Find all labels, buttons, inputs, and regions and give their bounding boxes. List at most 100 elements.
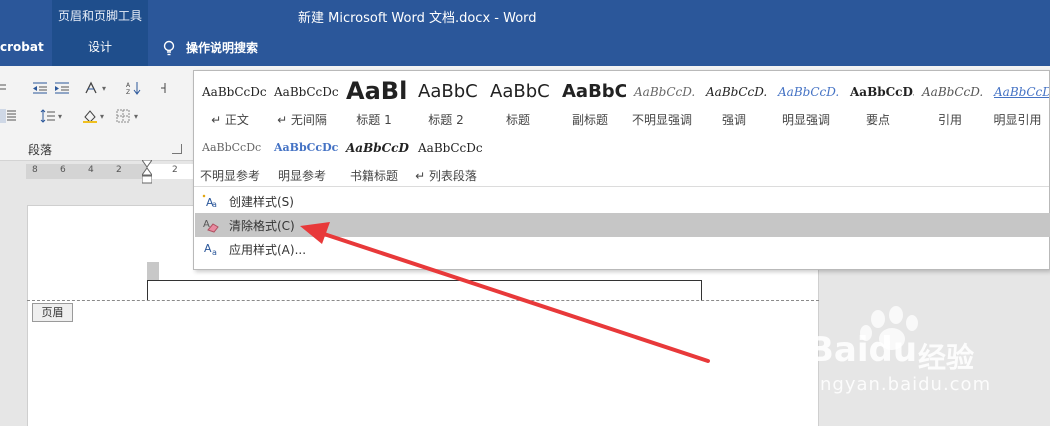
style-preview: AaBbCcD. [850,85,914,99]
watermark-url: jingyan.baidu.com [808,374,992,395]
watermark-bai: Bai [808,330,869,370]
text-direction-button[interactable]: ▾ [84,78,106,98]
style-name: 明显引用 [993,113,1042,127]
create-style-menu-item[interactable]: A a 创建样式(S) [195,189,1050,213]
style-title[interactable]: AaBbC 标题 [482,73,554,131]
style-subtle-reference[interactable]: AaBbCcDc 不明显参考 [194,129,266,187]
style-preview: AaBbC [562,81,626,102]
style-name: ↵ 正文 [211,113,249,127]
svg-text:Z: Z [126,89,130,95]
style-intense-reference[interactable]: AaBbCcDc 明显参考 [266,129,338,187]
create-style-label: 创建样式(S) [229,194,294,209]
style-intense-quote[interactable]: AaBbCcDc 明显引用 [986,73,1049,131]
decrease-indent-button[interactable] [32,78,48,98]
align-button[interactable] [0,106,16,126]
list-button[interactable] [0,78,16,98]
apply-styles-menu-item[interactable]: A a 应用样式(A)... [195,237,1050,261]
shading-icon [83,110,97,123]
style-name: 书籍标题 [349,169,398,183]
style-name: 不明显强调 [631,113,692,127]
gallery-separator [194,186,1049,187]
create-style-icon: A a [202,194,217,209]
style-heading-1[interactable]: AaBl 标题 1 [338,73,410,131]
styles-gallery-dropdown: AaBbCcDc ↵ 正文 AaBbCcDc ↵ 无间隔 AaBl 标题 1 A… [193,70,1050,270]
show-marks-button[interactable] [160,78,176,98]
ruler-number: 8 [32,165,38,175]
style-heading-2[interactable]: AaBbC 标题 2 [410,73,482,131]
style-strong[interactable]: AaBbCcD. 要点 [842,73,914,131]
tell-me-label: 操作说明搜索 [186,41,259,55]
style-name: ↵ 无间隔 [277,113,327,127]
svg-text:a: a [212,200,217,209]
style-preview: AaBbCcD. [778,85,840,99]
border-icon [116,109,130,123]
style-name: 副标题 [571,113,608,127]
lightbulb-icon [163,40,175,55]
style-emphasis[interactable]: AaBbCcD. 强调 [698,73,770,131]
header-boundary-line [27,300,819,301]
style-list-paragraph[interactable]: AaBbCcDc ↵ 列表段落 [410,129,482,187]
svg-text:A: A [204,242,212,255]
header-margin-marker [147,262,159,280]
style-book-title[interactable]: AaBbCcD 书籍标题 [338,129,410,187]
chinese-layout-icon [85,81,97,94]
style-subtle-emphasis[interactable]: AaBbCcD. 不明显强调 [626,73,698,131]
style-intense-emphasis[interactable]: AaBbCcD. 明显强调 [770,73,842,131]
decrease-indent-icon [33,82,47,94]
watermark-logo: Baidu [808,330,917,370]
style-name: 要点 [865,113,890,127]
sort-icon: AZ [126,82,141,95]
style-preview: AaBbCcD. [634,85,696,99]
line-spacing-button[interactable]: ▾ [40,106,62,126]
style-name: 标题 2 [428,113,464,127]
clear-formatting-label: 清除格式(C) [229,218,295,233]
tell-me-search[interactable]: 操作说明搜索 [162,39,258,56]
watermark-du: du [868,330,918,370]
tab-design[interactable]: 设计 [52,30,148,66]
style-subtitle[interactable]: AaBbC 副标题 [554,73,626,131]
indent-marker-icon[interactable] [142,160,152,188]
style-quote[interactable]: AaBbCcD. 引用 [914,73,986,131]
style-preview: AaBbCcDc [202,85,266,99]
svg-text:A: A [126,82,131,89]
line-spacing-icon [40,109,55,123]
apply-styles-label: 应用样式(A)... [229,242,307,257]
style-preview: AaBbCcDc [202,141,262,154]
style-preview: AaBl [346,77,408,105]
header-tag[interactable]: 页眉 [32,303,73,322]
increase-indent-icon [55,82,69,94]
sort-button[interactable]: AZ [126,78,142,98]
style-preview: AaBbCcD. [922,85,984,99]
style-preview: AaBbC [418,81,478,102]
borders-button[interactable]: ▾ [116,106,138,126]
ruler-number: 4 [88,165,94,175]
header-table-border [147,280,702,301]
increase-indent-button[interactable] [54,78,70,98]
svg-text:a: a [212,248,217,257]
style-name: 标题 1 [356,113,392,127]
watermark-cn: 经验 [918,341,975,374]
ruler-number: 6 [60,165,66,175]
style-name: 标题 [505,113,530,127]
clear-formatting-menu-item[interactable]: A 清除格式(C) [195,213,1050,237]
style-no-spacing[interactable]: AaBbCcDc ↵ 无间隔 [266,73,338,131]
ribbon-tab-row: crobat 设计 操作说明搜索 [0,30,1050,66]
paragraph-dialog-launcher[interactable] [172,144,182,154]
style-normal[interactable]: AaBbCcDc ↵ 正文 [194,73,266,131]
word-window: { "titlebar": { "context_tool_title": "页… [0,0,1050,426]
style-preview: AaBbCcDc [994,85,1049,99]
style-preview: AaBbCcD [346,141,409,155]
style-name: 不明显参考 [199,169,260,183]
style-preview: AaBbCcD. [706,85,768,99]
style-preview: AaBbCcDc [274,141,338,154]
style-preview: AaBbCcDc [274,85,338,99]
list-icon [0,84,6,90]
style-preview: AaBbC [490,81,550,102]
style-preview: AaBbCcDc [418,141,482,155]
tab-acrobat[interactable]: crobat [0,40,44,54]
context-tool-title: 页眉和页脚工具 [57,9,142,23]
shading-button[interactable]: ▾ [82,106,104,126]
paragraph-group-label: 段落 [28,143,53,157]
style-name: ↵ 列表段落 [415,169,477,183]
ruler-number: 2 [116,165,122,175]
